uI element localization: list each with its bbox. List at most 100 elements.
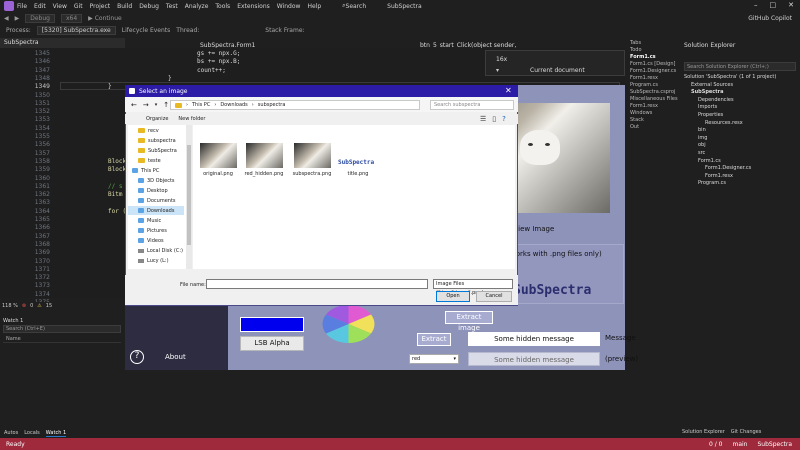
tab-autos[interactable]: Autos — [4, 430, 18, 436]
find-scope[interactable]: Current document — [530, 67, 585, 74]
nav-item-lucy-l-[interactable]: Lucy (L:) — [128, 256, 169, 265]
code-line[interactable]: // s — [108, 183, 122, 190]
lsb-alpha-button[interactable]: LSB Alpha — [240, 336, 304, 351]
document-tab-item[interactable]: Form1.cs [Design] — [630, 61, 678, 68]
menu-view[interactable]: View — [53, 3, 67, 10]
solution-tree-item[interactable]: src — [698, 150, 705, 156]
breadcrumb-downloads[interactable]: Downloads — [220, 102, 247, 108]
help-circle-icon[interactable]: ? — [502, 115, 506, 123]
solution-tree-item[interactable]: Properties — [698, 112, 723, 118]
breadcrumb-subspectra[interactable]: subspectra — [258, 102, 286, 108]
menu-edit[interactable]: Edit — [34, 3, 46, 10]
nav-item-subspectra[interactable]: subspectra — [128, 136, 176, 145]
color-button-blue[interactable] — [240, 317, 304, 332]
document-tab-item[interactable]: Todo — [630, 47, 678, 54]
code-line[interactable]: bs += npx.B; — [197, 58, 240, 65]
open-button[interactable]: Open — [436, 291, 470, 302]
config-dropdown[interactable]: Debug — [25, 13, 55, 23]
code-line[interactable]: Block — [108, 166, 126, 173]
code-line[interactable]: Bitm — [108, 191, 122, 198]
lifecycle-events[interactable]: Lifecycle Events — [122, 27, 171, 34]
solution-tree-item[interactable]: Imports — [698, 104, 717, 110]
zoom-level[interactable]: 118 % — [2, 303, 18, 309]
preview-pane-icon[interactable]: ▯ — [492, 115, 496, 123]
navigation-scroll-thumb[interactable] — [187, 145, 191, 245]
solution-tree-item[interactable]: External Sources — [691, 82, 733, 88]
help-icon[interactable]: ? — [130, 350, 144, 364]
tab-solution-explorer[interactable]: Solution Explorer — [682, 429, 725, 437]
document-tab-item[interactable]: Miscellaneous Files — [630, 96, 678, 103]
menu-project[interactable]: Project — [90, 3, 111, 10]
extract-button[interactable]: Extract — [417, 333, 451, 346]
menu-analyze[interactable]: Analyze — [185, 3, 209, 10]
tab-locals[interactable]: Locals — [24, 430, 40, 436]
find-zoom[interactable]: 16x — [496, 56, 507, 63]
file-red-hidden[interactable]: red_hidden.png — [240, 171, 288, 177]
forward-arrow-icon[interactable]: → — [143, 101, 149, 109]
message-input[interactable]: Some hidden message — [468, 332, 600, 346]
solution-tree-item[interactable]: Form1.resx — [705, 173, 733, 179]
thumb-subspectra[interactable] — [294, 143, 331, 168]
document-tab-item[interactable]: Tabs — [630, 40, 678, 47]
solution-tree-item[interactable]: Dependencies — [698, 97, 734, 103]
recent-chevron-icon[interactable]: ▾ — [155, 102, 158, 108]
solution-tree-item[interactable]: Resources.resx — [705, 120, 743, 126]
menu-help[interactable]: Help — [307, 3, 321, 10]
nav-item-videos[interactable]: Videos — [128, 236, 164, 245]
project-tab[interactable]: SubSpectra — [0, 38, 125, 48]
menu-test[interactable]: Test — [166, 3, 178, 10]
color-wheel[interactable] — [322, 305, 375, 343]
minimize-icon[interactable]: – — [754, 1, 758, 9]
process-dropdown[interactable]: [5320] SubSpectra.exe — [36, 25, 116, 35]
nav-item-subspectra[interactable]: SubSpectra — [128, 146, 177, 155]
document-tab-item[interactable]: Form1.cs — [630, 54, 678, 61]
solution-tree-item[interactable]: Form1.Designer.cs — [705, 165, 751, 171]
menu-search[interactable]: Search — [346, 3, 367, 10]
solution-search-input[interactable]: Search Solution Explorer (Ctrl+;) — [684, 62, 796, 71]
menu-git[interactable]: Git — [74, 3, 83, 10]
document-tab-item[interactable]: Stack — [630, 117, 678, 124]
document-tab-item[interactable]: Program.cs — [630, 82, 678, 89]
scope-dropdown-icon[interactable]: ▾ — [496, 67, 499, 74]
file-original[interactable]: original.png — [194, 171, 242, 177]
status-position[interactable]: 0 / 0 — [709, 441, 722, 448]
thumb-original[interactable] — [200, 143, 237, 168]
menu-extensions[interactable]: Extensions — [237, 3, 270, 10]
code-line[interactable]: } — [168, 75, 172, 82]
filename-input[interactable] — [206, 279, 428, 289]
organize-button[interactable]: Organize — [146, 116, 168, 122]
watch-search-input[interactable]: Search (Ctrl+E) — [3, 325, 121, 333]
file-title[interactable]: title.png — [334, 171, 382, 177]
code-line[interactable]: Block — [108, 158, 126, 165]
back-arrow-icon[interactable]: ← — [131, 101, 137, 109]
solution-tree-item[interactable]: img — [698, 135, 707, 141]
continue-button[interactable]: ▶ Continue — [88, 15, 122, 22]
warning-count[interactable]: 15 — [46, 303, 52, 309]
solution-tree-item[interactable]: Form1.cs — [698, 158, 721, 164]
file-subspectra[interactable]: subspectra.png — [288, 171, 336, 177]
menu-file[interactable]: File — [17, 3, 27, 10]
nav-item-3d-objects[interactable]: 3D Objects — [128, 176, 175, 185]
cancel-button[interactable]: Cancel — [476, 291, 512, 302]
nav-item-documents[interactable]: Documents — [128, 196, 176, 205]
code-line[interactable]: for ( — [108, 208, 126, 215]
solution-tree-item[interactable]: SubSpectra — [691, 89, 724, 95]
status-project[interactable]: SubSpectra — [757, 441, 792, 448]
address-bar[interactable]: › This PC › Downloads › subspectra — [170, 100, 420, 110]
close-icon[interactable]: ✕ — [788, 1, 794, 9]
solution-tree-item[interactable]: bin — [698, 127, 706, 133]
nav-item-local-disk-c-[interactable]: Local Disk (C:) — [128, 246, 183, 255]
menu-debug[interactable]: Debug — [139, 3, 159, 10]
document-tab-item[interactable]: Windows — [630, 110, 678, 117]
nav-item-teste[interactable]: teste — [128, 156, 161, 165]
solution-tree-item[interactable]: obj — [698, 142, 706, 148]
nav-item-downloads[interactable]: Downloads — [128, 206, 184, 215]
code-line[interactable]: count++; — [197, 67, 226, 74]
view-options-icon[interactable]: ☰ — [480, 115, 486, 123]
solution-tree-item[interactable]: Solution 'SubSpectra' (1 of 1 project) — [684, 74, 776, 80]
color-select[interactable]: red ▾ — [409, 354, 459, 364]
code-line[interactable]: gs += npx.G; — [197, 50, 240, 57]
filetype-select[interactable]: Image Files (*.jpg;*.jpeg;*.png) — [433, 279, 513, 296]
platform-dropdown[interactable]: x64 — [60, 13, 83, 23]
dialog-close-icon[interactable]: ✕ — [505, 86, 512, 95]
